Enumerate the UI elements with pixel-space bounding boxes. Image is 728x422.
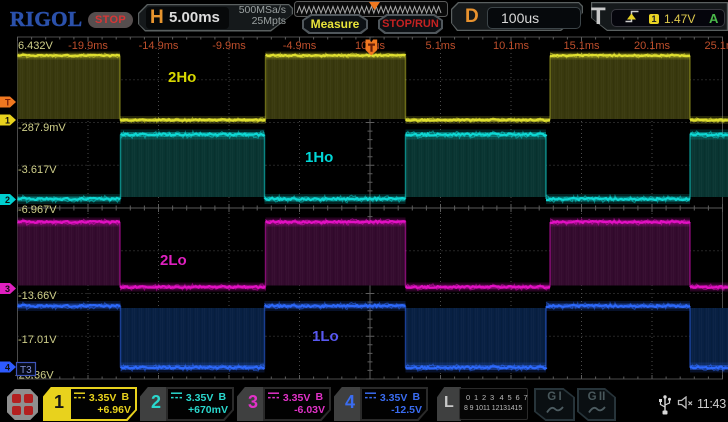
svg-text:-13.66V: -13.66V bbox=[18, 290, 57, 302]
svg-text:-17.01V: -17.01V bbox=[18, 334, 57, 346]
svg-text:1Lo: 1Lo bbox=[312, 328, 339, 345]
svg-text:5.1ms: 5.1ms bbox=[426, 40, 456, 52]
svg-text:-9.9ms: -9.9ms bbox=[212, 40, 246, 52]
svg-text:T3: T3 bbox=[20, 365, 32, 376]
svg-text:20.1ms: 20.1ms bbox=[634, 40, 671, 52]
svg-text:-287.9mV: -287.9mV bbox=[18, 122, 66, 134]
svg-text:2Ho: 2Ho bbox=[168, 69, 196, 86]
svg-text:15.1ms: 15.1ms bbox=[563, 40, 600, 52]
svg-text:-3.617V: -3.617V bbox=[18, 164, 57, 176]
svg-text:1: 1 bbox=[5, 116, 10, 126]
svg-text:25.1ms: 25.1ms bbox=[704, 40, 728, 52]
svg-text:2: 2 bbox=[5, 195, 10, 205]
svg-text:6.432V: 6.432V bbox=[18, 40, 54, 52]
svg-text:-4.9ms: -4.9ms bbox=[283, 40, 317, 52]
svg-text:3: 3 bbox=[5, 284, 10, 294]
svg-text:2Lo: 2Lo bbox=[160, 252, 187, 269]
svg-text:-19.9ms: -19.9ms bbox=[68, 40, 108, 52]
svg-text:-14.9ms: -14.9ms bbox=[139, 40, 179, 52]
svg-text:4: 4 bbox=[5, 363, 10, 373]
svg-text:T: T bbox=[5, 98, 11, 108]
svg-text:1Ho: 1Ho bbox=[305, 149, 333, 166]
svg-text:10.1ms: 10.1ms bbox=[493, 40, 530, 52]
svg-text:-6.967V: -6.967V bbox=[18, 204, 57, 216]
